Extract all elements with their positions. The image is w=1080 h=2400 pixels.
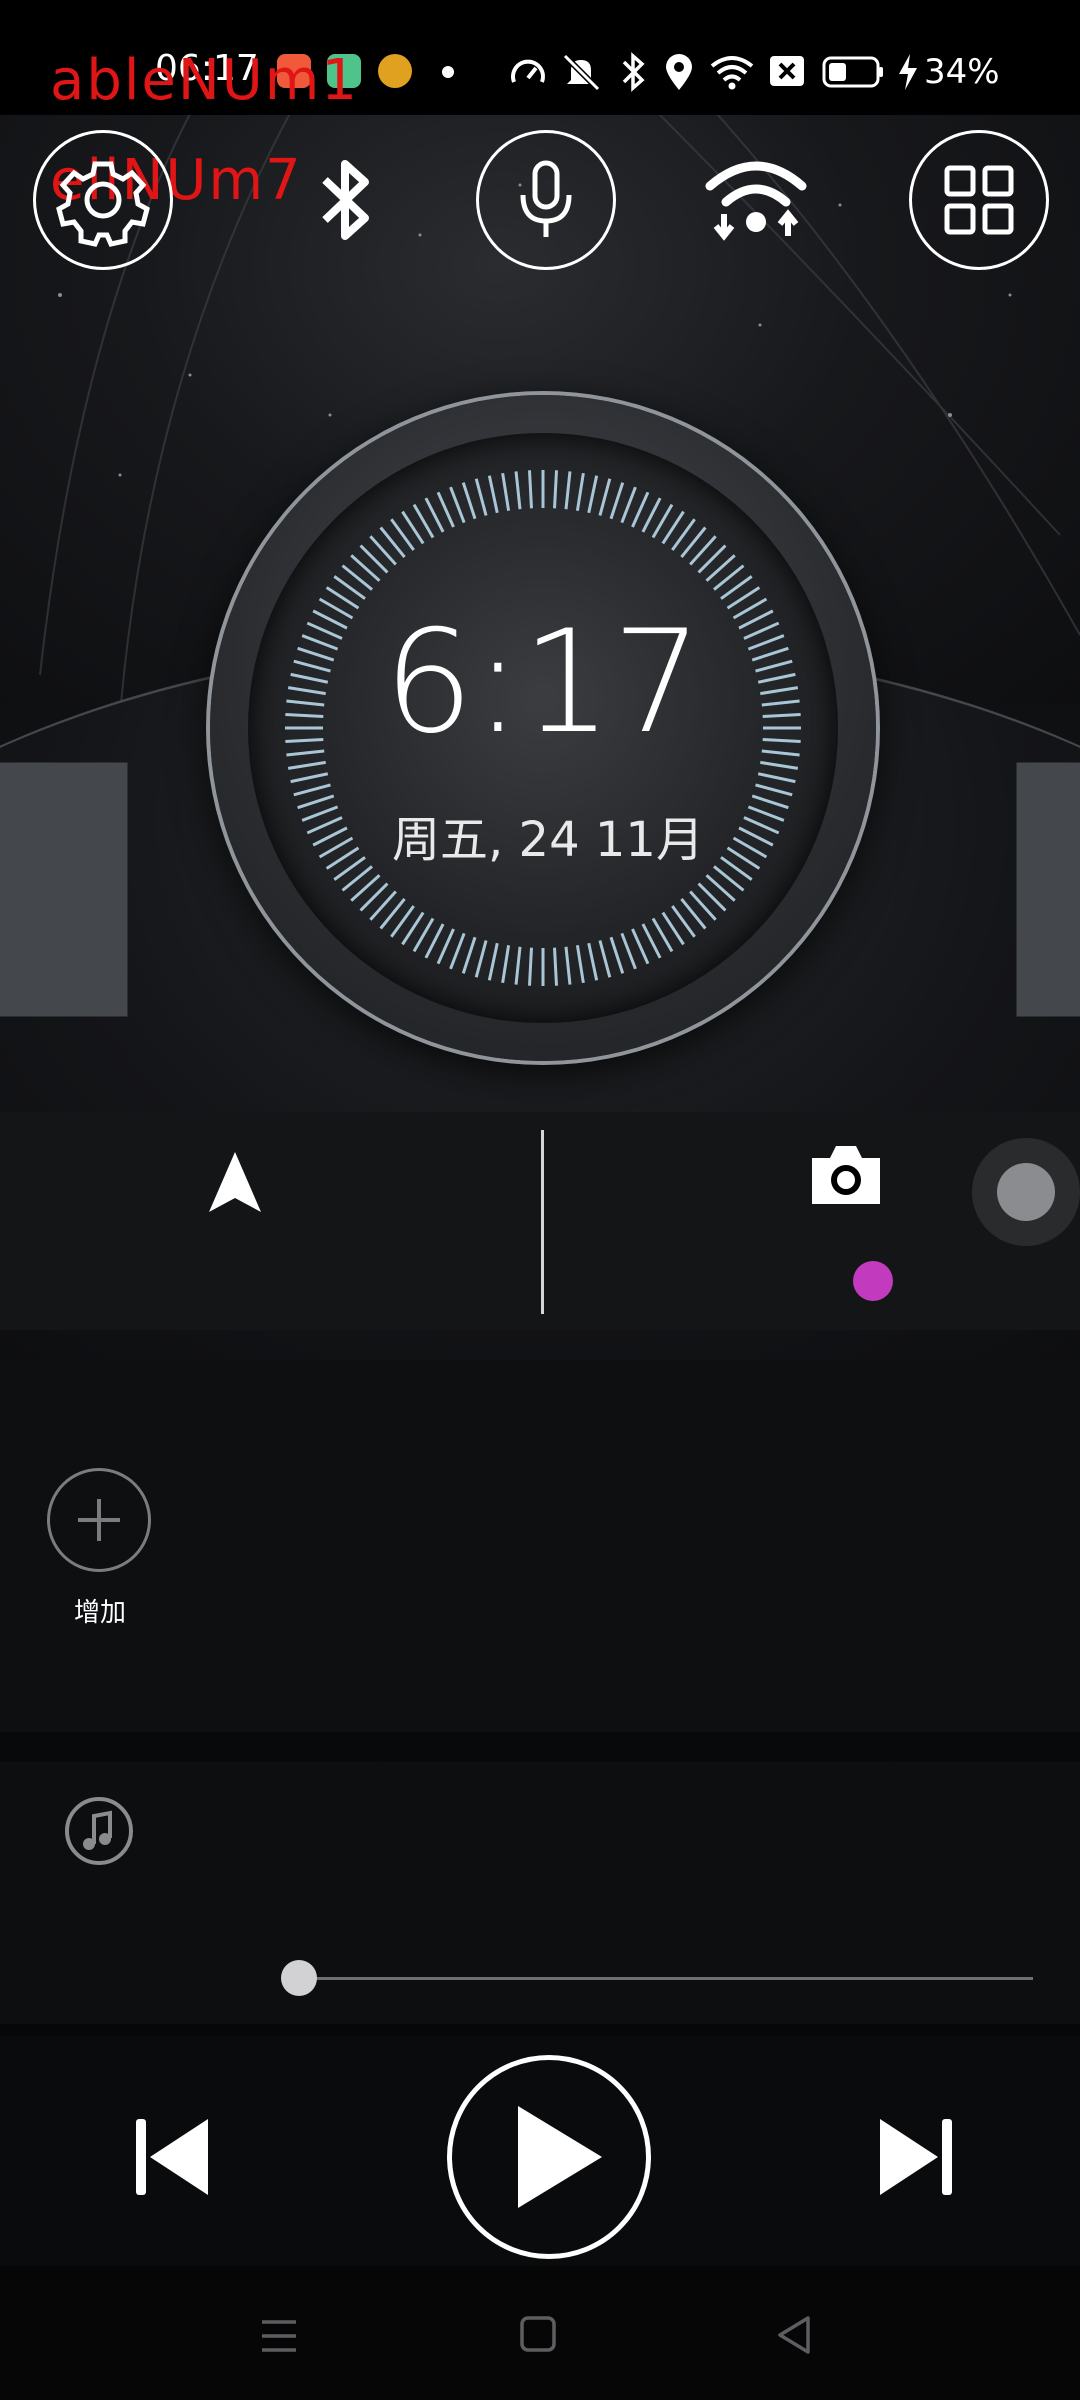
location-icon [666, 54, 692, 90]
clock-tick [461, 482, 477, 520]
clock-tick [527, 470, 533, 509]
charging-icon [899, 54, 917, 90]
clock-tick [609, 936, 625, 974]
bluetooth-icon [322, 160, 369, 240]
home-icon[interactable] [518, 2314, 558, 2354]
battery-percent: 34% [924, 52, 1000, 92]
clock-tick [449, 486, 466, 524]
seek-track[interactable] [298, 1977, 1033, 1980]
clock-tick [290, 772, 329, 784]
battery-icon [822, 56, 883, 88]
recording-dot [853, 1261, 893, 1301]
clock-time[interactable]: 6:17 [0, 600, 1080, 765]
microphone-icon [520, 160, 572, 237]
settings-icon [56, 161, 150, 247]
play-icon [518, 2106, 602, 2208]
camera-icon[interactable] [806, 1140, 886, 1210]
clock-tick [553, 947, 559, 986]
clock-tick [564, 471, 572, 510]
clock-tick [587, 475, 599, 514]
clock-tick [514, 946, 522, 985]
navigation-icon[interactable] [205, 1148, 265, 1218]
clock-tick [501, 945, 511, 984]
clock-tick [293, 783, 331, 797]
clock-tick [575, 472, 585, 511]
clock-tick [501, 472, 511, 511]
apps-grid-icon [944, 165, 1014, 235]
clock-tick [461, 936, 477, 974]
clock-tick [620, 486, 637, 524]
clock-tick [575, 945, 585, 984]
mute-icon [562, 53, 601, 92]
system-nav-bar [0, 2268, 1080, 2400]
overlay-label-1: ableNUm1 [50, 48, 359, 113]
menu-icon[interactable] [258, 2316, 300, 2356]
voice-button[interactable] [476, 130, 616, 270]
clock-tick [449, 932, 466, 970]
clock-tick [474, 478, 488, 516]
previous-icon[interactable] [132, 2115, 212, 2199]
data-saver-icon [511, 59, 545, 83]
wifi-icon [710, 56, 754, 90]
clock-tick [564, 946, 572, 985]
plus-icon [78, 1499, 120, 1541]
add-widget-label: 增加 [73, 1598, 126, 1628]
app-icon-3 [378, 54, 412, 88]
clock-tick [553, 470, 559, 509]
clock-tick [514, 471, 522, 510]
seek-thumb[interactable] [281, 1960, 317, 1996]
clock-tick [755, 783, 793, 797]
clock-tick [474, 940, 488, 978]
bluetooth-button[interactable] [275, 130, 415, 270]
clock-date: 周五, 24 11月 [392, 812, 704, 868]
clock-tick [631, 491, 650, 528]
clock-tick [598, 478, 612, 516]
clock-tick [609, 482, 625, 520]
shortcut-divider [541, 1130, 544, 1314]
bluetooth-icon [622, 52, 645, 92]
back-icon[interactable] [774, 2314, 814, 2356]
clock-tick [620, 932, 637, 970]
widget-area [0, 1360, 1080, 1732]
clock-tick [631, 928, 650, 965]
music-panel [0, 1762, 1080, 2024]
clock-tick [487, 942, 499, 981]
clock-tick [436, 491, 455, 528]
clock-tick [436, 928, 455, 965]
wifi-icon [705, 161, 807, 241]
notification-dot [442, 66, 454, 78]
shortcut-strip [0, 1112, 1080, 1330]
home-screen: 06:17 34% ableNUm1 ellNUm7 6:17 周五, 24 1… [0, 0, 1080, 2400]
floating-assistive-button[interactable] [972, 1138, 1080, 1246]
clock-tick [598, 940, 612, 978]
wifi-button[interactable] [686, 130, 826, 270]
clock-tick [527, 947, 533, 986]
clock-tick [587, 942, 599, 981]
clock-tick [487, 475, 499, 514]
add-widget-button[interactable] [47, 1468, 151, 1572]
next-icon[interactable] [876, 2115, 956, 2199]
clock-tick [757, 772, 796, 784]
sim-x-icon [770, 56, 804, 86]
apps-button[interactable] [909, 130, 1049, 270]
music-note-icon[interactable] [64, 1796, 134, 1866]
settings-button[interactable] [33, 130, 173, 270]
play-button[interactable] [447, 2055, 651, 2259]
